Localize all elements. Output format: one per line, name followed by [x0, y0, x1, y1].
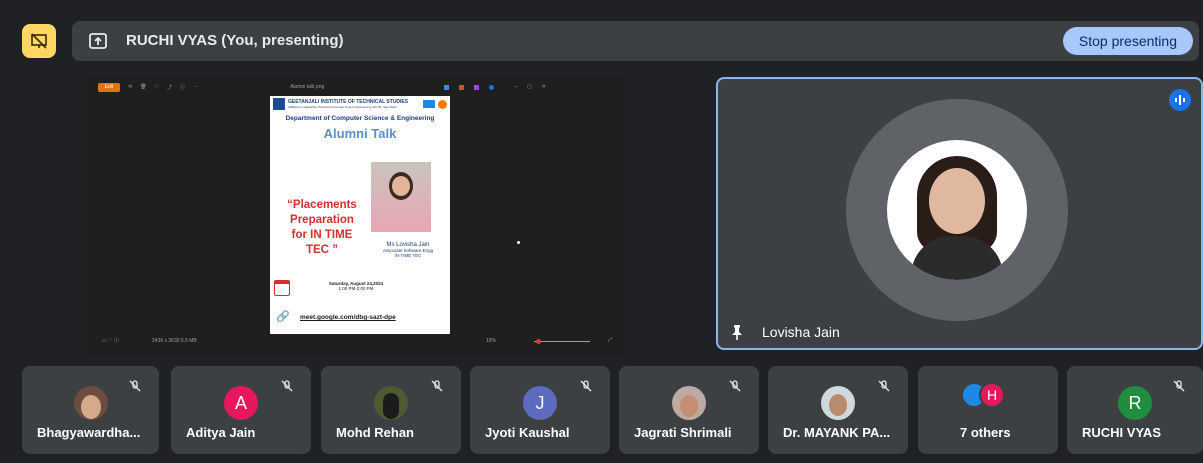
- mic-off-icon: [874, 376, 894, 396]
- participant-avatar: [374, 386, 408, 420]
- app-icons: [444, 84, 495, 90]
- mic-off-icon: [576, 376, 596, 396]
- link-icon: 🔗: [276, 311, 290, 323]
- mic-off-icon: [125, 376, 145, 396]
- participant-name: Jagrati Shrimali: [634, 425, 732, 440]
- stop-presenting-button[interactable]: Stop presenting: [1062, 27, 1193, 55]
- favorite-icon[interactable]: ♡: [155, 84, 159, 90]
- event-datetime: Saturday, August 24,2024 1:00 PM-2:00 PM: [328, 281, 384, 291]
- talk-topic: “Placements Preparation for IN TIME TEC …: [287, 199, 357, 256]
- window-controls[interactable]: –▢✕: [514, 84, 556, 90]
- self-tile[interactable]: R RUCHI VYAS: [1067, 366, 1203, 454]
- alumni-talk-poster: GEETANJALI INSTITUTE OF TECHNICAL STUDIE…: [270, 96, 450, 334]
- image-viewer-toolbar: Edit ⟲ 🗑 ♡ ⤴ ⓘ ⋯ Alumni talk.png –▢✕: [88, 78, 628, 96]
- naac-logo: [423, 100, 435, 108]
- zoom-slider-thumb[interactable]: [536, 339, 541, 344]
- info-icon[interactable]: ⓘ: [180, 84, 185, 91]
- hide-presentation-button[interactable]: [22, 24, 56, 58]
- present-screen-icon: [89, 33, 107, 49]
- speaker-details: Ms Lovisha Jain Associate Software Engg …: [366, 242, 450, 258]
- rotate-icon[interactable]: ⟲: [128, 84, 132, 90]
- participant-avatar: [73, 386, 108, 420]
- participant-avatar: A: [224, 386, 258, 420]
- speaker-name: Lovisha Jain: [762, 324, 840, 340]
- participant-tile[interactable]: A Aditya Jain: [171, 366, 311, 454]
- participant-avatar: H: [979, 382, 1005, 408]
- mic-off-icon: [427, 376, 447, 396]
- participant-avatar: [821, 386, 855, 420]
- participant-tile[interactable]: Bhagyawardha...: [22, 366, 159, 454]
- image-viewer-statusbar: ▭ ♡ ⓘ 2436 x 3630 5.5 MB 19% ⤢: [88, 334, 628, 350]
- participant-tile[interactable]: Mohd Rehan: [321, 366, 461, 454]
- participant-name: Bhagyawardha...: [37, 425, 141, 440]
- delete-icon[interactable]: 🗑: [140, 84, 146, 90]
- institute-logo: [273, 98, 285, 110]
- institute-sub: Affiliated to Rajasthan Technical Univer…: [288, 105, 397, 109]
- participant-avatar: R: [1118, 386, 1152, 420]
- participant-name: Dr. MAYANK PA...: [783, 425, 891, 440]
- presenting-title: RUCHI VYAS (You, presenting): [126, 32, 344, 49]
- speaker-avatar: [887, 140, 1027, 280]
- fullscreen-icon[interactable]: ⤢: [608, 337, 612, 343]
- mic-off-icon: [277, 376, 297, 396]
- active-speaker-tile[interactable]: Lovisha Jain: [716, 77, 1203, 350]
- others-avatars: H: [961, 382, 1017, 408]
- edit-button[interactable]: Edit: [98, 82, 120, 92]
- viewer-status-icons: ▭ ♡ ⓘ: [102, 338, 119, 344]
- share-icon[interactable]: ⤴: [167, 84, 172, 91]
- participant-strip: Bhagyawardha... A Aditya Jain Mohd Rehan…: [22, 366, 1203, 454]
- participant-tile[interactable]: J Jyoti Kaushal: [470, 366, 610, 454]
- shared-screen: Edit ⟲ 🗑 ♡ ⤴ ⓘ ⋯ Alumni talk.png –▢✕ GEE…: [88, 78, 628, 354]
- pin-icon[interactable]: [728, 323, 746, 341]
- more-icon[interactable]: ⋯: [193, 84, 198, 90]
- speaking-indicator-icon: [1169, 89, 1191, 111]
- poster-speaker-company: IN-TIME TEC: [394, 253, 422, 258]
- others-count: 7 others: [960, 425, 1011, 440]
- institute-header: GEETANJALI INSTITUTE OF TECHNICAL STUDIE…: [270, 96, 450, 112]
- poster-heading: Alumni Talk: [323, 126, 397, 141]
- speaker-photo: [371, 162, 431, 232]
- participant-tile[interactable]: Jagrati Shrimali: [619, 366, 759, 454]
- participant-avatar: [672, 386, 706, 420]
- mic-off-icon: [725, 376, 745, 396]
- presenting-banner: RUCHI VYAS (You, presenting) Stop presen…: [72, 21, 1199, 61]
- others-tile[interactable]: H 7 others: [918, 366, 1058, 454]
- file-name: Alumni talk.png: [290, 84, 325, 90]
- cursor-dot: [517, 241, 520, 244]
- participant-avatar: J: [523, 386, 557, 420]
- participant-name: RUCHI VYAS: [1082, 425, 1161, 440]
- participant-name: Mohd Rehan: [336, 425, 414, 440]
- participant-name: Jyoti Kaushal: [485, 425, 570, 440]
- college-emblem: [438, 99, 447, 109]
- presentation-off-icon: [31, 33, 47, 49]
- zoom-level[interactable]: 19%: [486, 338, 496, 344]
- meeting-link: meet.google.com/dbg-sazt-dpe: [300, 314, 396, 321]
- zoom-slider[interactable]: [534, 339, 590, 344]
- top-bar: RUCHI VYAS (You, presenting) Stop presen…: [0, 0, 1203, 78]
- image-info: 2436 x 3630 5.5 MB: [152, 338, 197, 344]
- calendar-icon: [274, 280, 290, 296]
- participant-name: Aditya Jain: [186, 425, 256, 440]
- participant-tile[interactable]: Dr. MAYANK PA...: [768, 366, 908, 454]
- mic-off-icon: [1169, 376, 1189, 396]
- department-name: Department of Computer Science & Enginee…: [285, 115, 435, 122]
